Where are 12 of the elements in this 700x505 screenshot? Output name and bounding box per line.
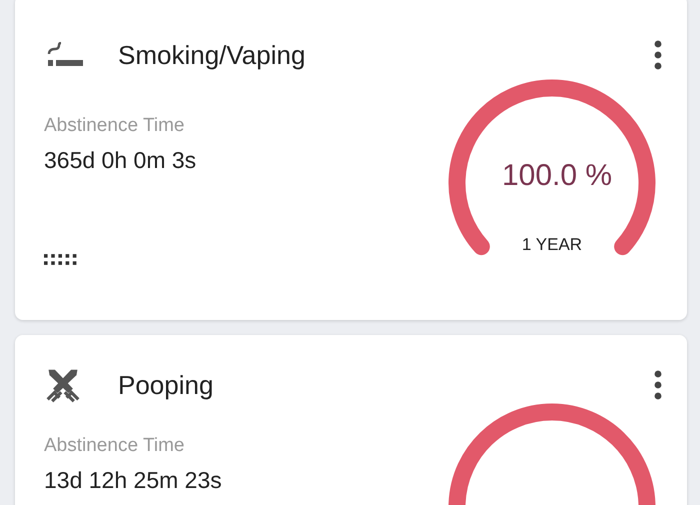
crossed-swords-icon <box>45 367 81 403</box>
abstinence-time: 13d 12h 25m 23s <box>44 467 223 494</box>
tracker-title: Smoking/Vaping <box>118 40 306 70</box>
more-options-icon[interactable] <box>654 40 662 70</box>
abstinence-time: 365d 0h 0m 3s <box>44 147 198 174</box>
more-options-icon[interactable] <box>654 370 662 400</box>
progress-percent: 100.0 % <box>502 159 612 193</box>
abstinence-label: Abstinence Time <box>44 115 186 137</box>
tracker-title: Pooping <box>118 370 214 400</box>
cigarette-icon <box>45 42 85 68</box>
goal-label: 1 YEAR <box>520 235 584 255</box>
abstinence-label: Abstinence Time <box>44 435 186 457</box>
